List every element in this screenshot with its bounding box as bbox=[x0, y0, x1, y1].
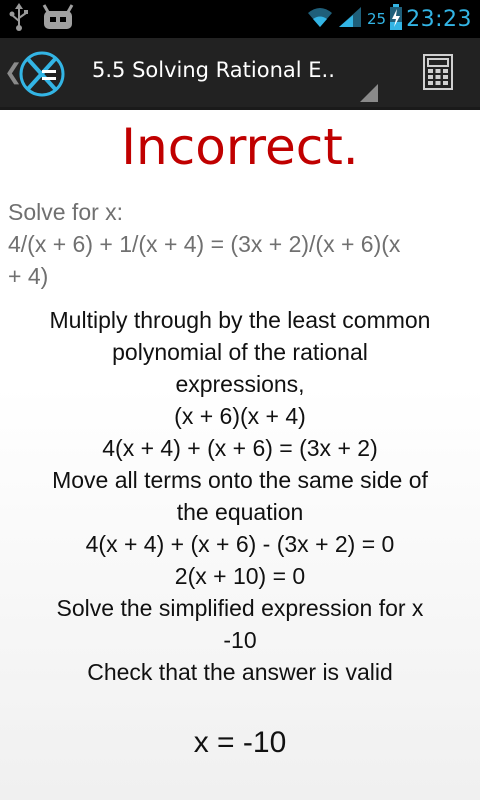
battery-charging-icon bbox=[390, 4, 403, 34]
question-label: Solve for x: bbox=[8, 199, 124, 225]
question: Solve for x: 4/(x + 6) + 1/(x + 4) = (3x… bbox=[8, 196, 474, 292]
status-notifications bbox=[8, 3, 74, 35]
solution-step: -10 bbox=[223, 627, 257, 653]
question-expression-line1: 4/(x + 6) + 1/(x + 4) = (3x + 2)/(x + 6)… bbox=[8, 231, 401, 257]
action-bar: ❮ 5.5 Solving Rational E.. bbox=[0, 38, 480, 110]
solution-steps: Multiply through by the least common pol… bbox=[0, 304, 480, 688]
solution-step: expressions, bbox=[175, 371, 305, 397]
solution-step: Check that the answer is valid bbox=[87, 659, 393, 685]
status-time: 23:23 bbox=[406, 6, 472, 32]
spinner-indicator-icon[interactable] bbox=[360, 84, 378, 106]
final-answer: x = -10 bbox=[193, 726, 287, 759]
solution-step: Move all terms onto the same side of bbox=[52, 467, 428, 493]
question-expression-line2: + 4) bbox=[8, 263, 49, 289]
status-indicators: 25 23:23 bbox=[307, 0, 472, 38]
page-title[interactable]: 5.5 Solving Rational E.. bbox=[92, 58, 335, 82]
solution-step: the equation bbox=[176, 499, 304, 525]
result-title: Incorrect. bbox=[121, 118, 359, 176]
solution-step: 4(x + 4) + (x + 6) = (3x + 2) bbox=[102, 435, 378, 461]
solution-step: 2(x + 10) = 0 bbox=[174, 563, 306, 589]
solution-step: 4(x + 4) + (x + 6) - (3x + 2) = 0 bbox=[85, 531, 395, 557]
solution-step: (x + 6)(x + 4) bbox=[174, 403, 306, 429]
calculator-button[interactable] bbox=[410, 48, 466, 100]
wifi-icon bbox=[307, 5, 333, 33]
signal-icon bbox=[337, 5, 363, 33]
calculator-icon bbox=[423, 54, 453, 94]
app-logo-icon[interactable] bbox=[18, 50, 66, 98]
android-icon bbox=[42, 3, 74, 35]
solution-step: Multiply through by the least common bbox=[49, 307, 431, 333]
status-bar: 25 23:23 bbox=[0, 0, 480, 38]
solution-panel: Incorrect. Solve for x: 4/(x + 6) + 1/(x… bbox=[0, 110, 480, 800]
usb-icon bbox=[8, 3, 30, 35]
solution-step: Solve the simplified expression for x bbox=[56, 595, 424, 621]
battery-level: 25 bbox=[367, 10, 387, 28]
solution-step: polynomial of the rational bbox=[112, 339, 368, 365]
